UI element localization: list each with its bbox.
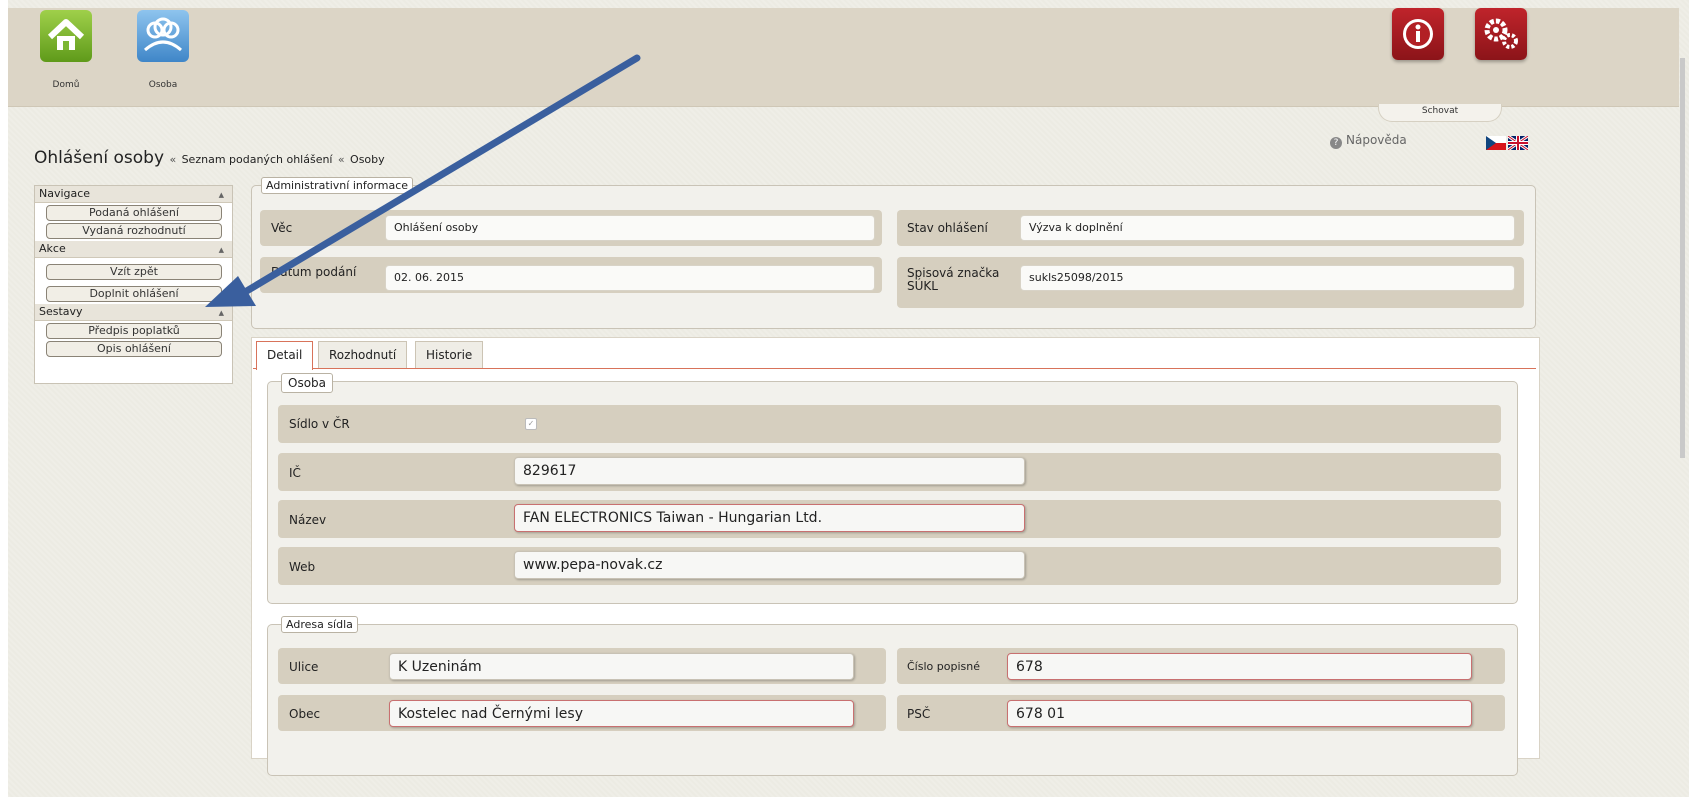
status-label: Stav ohlášení <box>907 221 988 235</box>
street-label: Ulice <box>289 660 319 674</box>
gears-icon <box>1484 18 1518 49</box>
copy-notification-button[interactable]: Opis ohlášení <box>46 341 222 357</box>
city-input[interactable]: Kostelec nad Černými lesy <box>389 700 854 727</box>
subject-label: Věc <box>271 221 293 235</box>
person-button[interactable] <box>137 10 189 62</box>
file-number-value: sukls25098/2015 <box>1020 265 1515 291</box>
sidebar: Navigace ▲ Podaná ohlášení Vydaná rozhod… <box>34 185 233 384</box>
field-row-seat-cz <box>278 405 1501 443</box>
breadcrumb-link-list[interactable]: Seznam podaných ohlášení <box>182 153 333 166</box>
person-label: Osoba <box>148 80 178 90</box>
hide-toggle[interactable]: Schovat <box>1378 104 1502 122</box>
people-icon <box>144 17 182 52</box>
home-button[interactable] <box>40 10 92 62</box>
name-input[interactable]: FAN ELECTRONICS Taiwan - Hungarian Ltd. <box>514 504 1025 532</box>
breadcrumb-separator: « <box>337 153 345 166</box>
page-title[interactable]: Ohlášení osoby <box>34 148 164 168</box>
date-label: Datum podání <box>271 265 357 279</box>
zip-input[interactable]: 678 01 <box>1007 700 1472 727</box>
home-label: Domů <box>52 80 80 90</box>
address-legend: Adresa sídla <box>281 616 358 633</box>
status-value: Výzva k doplnění <box>1020 215 1515 241</box>
help-label: Nápověda <box>1346 133 1407 147</box>
fee-schedule-button[interactable]: Předpis poplatků <box>46 323 222 339</box>
street-input[interactable]: K Uzeninám <box>389 653 854 680</box>
date-value: 02. 06. 2015 <box>385 265 875 291</box>
section-title: Sestavy <box>39 305 83 318</box>
czech-flag-icon[interactable] <box>1486 135 1506 150</box>
collapse-icon[interactable]: ▲ <box>219 242 224 258</box>
sidebar-section-reports[interactable]: Sestavy ▲ <box>35 304 232 321</box>
tab-history[interactable]: Historie <box>415 341 484 369</box>
web-label: Web <box>289 560 316 574</box>
complete-notification-button[interactable]: Doplnit ohlášení <box>46 286 222 302</box>
withdraw-button[interactable]: Vzít zpět <box>46 264 222 280</box>
sidebar-section-actions[interactable]: Akce ▲ <box>35 241 232 258</box>
person-legend: Osoba <box>281 373 334 393</box>
ic-input[interactable]: 829617 <box>514 457 1025 485</box>
zip-label: PSČ <box>907 707 931 721</box>
uk-flag-icon[interactable] <box>1507 134 1529 152</box>
help-link[interactable]: ? Nápověda <box>1330 133 1407 149</box>
collapse-icon[interactable]: ▲ <box>219 187 224 203</box>
tab-decisions[interactable]: Rozhodnutí <box>318 341 408 369</box>
section-title: Navigace <box>39 187 91 200</box>
web-input[interactable]: www.pepa-novak.cz <box>514 551 1025 579</box>
subject-value: Ohlášení osoby <box>385 215 875 241</box>
info-button[interactable] <box>1392 8 1444 60</box>
name-label: Název <box>289 513 327 527</box>
sidebar-item-submitted[interactable]: Podaná ohlášení <box>46 205 222 221</box>
section-title: Akce <box>39 242 66 255</box>
tab-underline <box>253 368 1536 369</box>
house-number-input[interactable]: 678 <box>1007 653 1472 680</box>
settings-button[interactable] <box>1475 8 1527 60</box>
home-icon <box>47 19 85 50</box>
seat-cz-checkbox[interactable]: ✓ <box>525 418 537 430</box>
house-number-label: Číslo popisné <box>907 660 980 673</box>
breadcrumb: Ohlášení osoby « Seznam podaných ohlášen… <box>34 148 385 168</box>
city-label: Obec <box>289 707 321 721</box>
admin-info-legend: Administrativní informace <box>261 177 414 194</box>
file-number-label: Spisová značka SÚKL <box>907 266 1000 293</box>
sidebar-section-navigation[interactable]: Navigace ▲ <box>35 186 232 203</box>
question-icon: ? <box>1330 137 1342 149</box>
scrollbar[interactable] <box>1680 58 1685 458</box>
breadcrumb-separator: « <box>169 153 177 166</box>
breadcrumb-link-persons[interactable]: Osoby <box>350 153 385 166</box>
sidebar-item-decisions[interactable]: Vydaná rozhodnutí <box>46 223 222 239</box>
seat-cz-label: Sídlo v ČR <box>289 417 350 431</box>
collapse-icon[interactable]: ▲ <box>219 305 224 321</box>
info-icon <box>1403 19 1433 49</box>
ic-label: IČ <box>289 466 301 480</box>
tab-detail[interactable]: Detail <box>256 341 314 370</box>
